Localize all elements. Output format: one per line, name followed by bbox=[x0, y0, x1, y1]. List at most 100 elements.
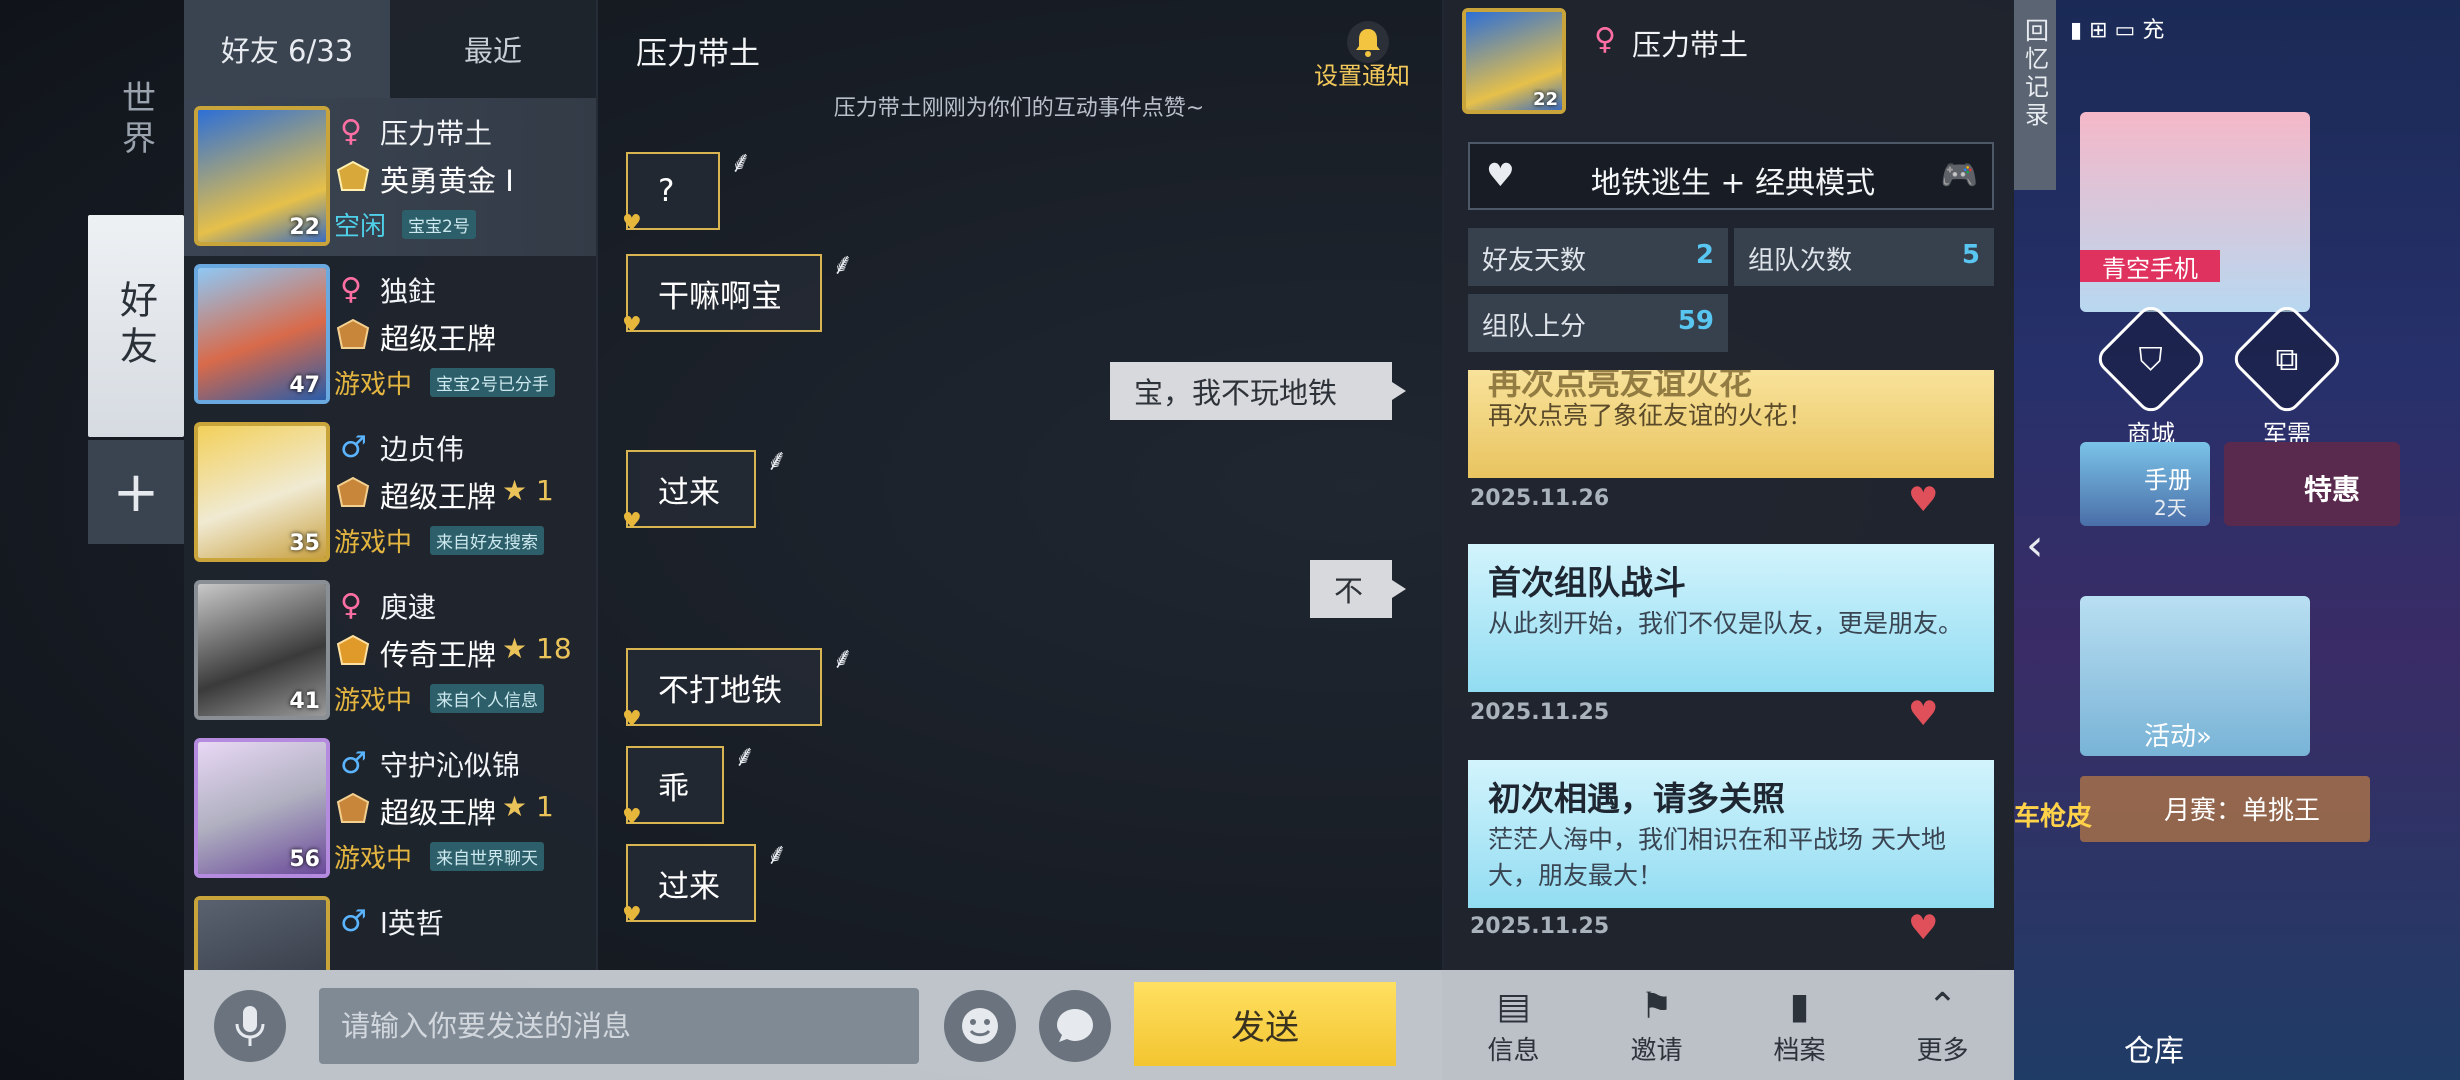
avatar: 56 bbox=[194, 738, 330, 878]
heart-icon: ♥ bbox=[622, 313, 642, 338]
wing-icon: ⸙ bbox=[733, 739, 757, 774]
chat-panel: 压力带土 设置通知 压力带土刚刚为你们的互动事件点赞~ ? ♥ ⸙ 干嘛啊宝 ♥ ⸙ 宝… bbox=[596, 0, 1444, 970]
monthly-match-label: 月赛：单挑王 bbox=[2164, 796, 2321, 826]
friend-status: 空闲 bbox=[334, 212, 387, 242]
friend-profile-panel: 22 ♀ 压力带土 ♥ 地铁逃生 + 经典模式 🎮 好友天数 2 组队次数 5 组队… bbox=[1442, 0, 2014, 1080]
chat-bubble-icon[interactable] bbox=[1039, 990, 1111, 1062]
broken-heart-icon[interactable]: ♥ bbox=[1908, 908, 1938, 948]
gender-male-icon: ♂ bbox=[340, 904, 367, 939]
rank-ace-icon bbox=[336, 318, 370, 349]
friend-row[interactable]: 47 ♀ 独鉒 超级王牌 游戏中 宝宝2号已分手 bbox=[184, 256, 596, 414]
microphone-icon[interactable] bbox=[214, 990, 286, 1062]
event-card[interactable]: 初次相遇，请多关照 茫茫人海中，我们相识在和平战场 天大地大，朋友最大！ bbox=[1468, 760, 1994, 908]
preferred-mode: ♥ 地铁逃生 + 经典模式 🎮 bbox=[1468, 142, 1994, 210]
friend-status: 游戏中 bbox=[334, 844, 413, 874]
avatar: 22 bbox=[194, 106, 330, 246]
memory-record-tab[interactable]: 回忆记录 bbox=[2014, 0, 2056, 190]
rank-gold-icon bbox=[336, 160, 370, 191]
friend-tag: 来自个人信息 bbox=[430, 684, 544, 713]
rank-legend-icon bbox=[336, 634, 370, 665]
send-button[interactable]: 发送 bbox=[1134, 982, 1396, 1066]
broken-heart-icon[interactable]: ♥ bbox=[1908, 480, 1938, 520]
avatar[interactable]: 22 bbox=[1462, 8, 1566, 114]
shop-button[interactable]: ⛉ 商城 bbox=[2093, 301, 2209, 449]
friend-row[interactable]: 35 ♂ 边贞伟 超级王牌 ★ 1 游戏中 来自好友搜索 bbox=[184, 414, 596, 572]
friend-rank: 传奇王牌 bbox=[380, 638, 497, 672]
avatar: 35 bbox=[194, 422, 330, 562]
friend-status: 游戏中 bbox=[334, 370, 413, 400]
message-bubble-incoming[interactable]: 过来 ♥ ⸙ bbox=[622, 837, 788, 928]
gun-skin-label: 车枪皮 bbox=[2014, 802, 2093, 832]
invite-button[interactable]: ⚑ 邀请 bbox=[1585, 970, 1728, 1080]
wing-icon: ⸙ bbox=[765, 443, 789, 478]
wing-icon: ⸙ bbox=[831, 641, 855, 676]
avatar: 47 bbox=[194, 264, 330, 404]
star-count: ★ 1 bbox=[502, 790, 554, 823]
more-button[interactable]: ⌃ 更多 bbox=[1871, 970, 2014, 1080]
star-count: ★ 18 bbox=[502, 632, 572, 665]
heart-icon: ♥ bbox=[622, 903, 642, 928]
event-card[interactable]: 首次组队战斗 从此刻开始，我们不仅是队友，更是朋友。 bbox=[1468, 544, 1994, 692]
friend-row[interactable]: 22 ♀ 压力带土 英勇黄金 I 空闲 宝宝2号 bbox=[184, 98, 596, 256]
message-bubble-outgoing[interactable]: 不 bbox=[1310, 560, 1406, 618]
rank-ace-icon bbox=[336, 476, 370, 507]
tab-world[interactable]: 世界 bbox=[88, 60, 184, 180]
supply-button[interactable]: ⧉ 军需 bbox=[2229, 301, 2345, 449]
gamepad-icon: 🎮 bbox=[1940, 158, 1978, 193]
event-card[interactable]: 再次点亮友谊火花 再次点亮了象征友谊的火花！ bbox=[1468, 370, 1994, 478]
avatar bbox=[194, 896, 330, 970]
friend-name: 守护沁似锦 bbox=[380, 749, 521, 782]
tab-friends-rail[interactable]: 好友 bbox=[88, 215, 184, 437]
avatar: 41 bbox=[194, 580, 330, 720]
wing-icon: ⸙ bbox=[831, 247, 855, 282]
message-input[interactable] bbox=[319, 988, 919, 1064]
special-offer-label: 特惠 bbox=[2304, 473, 2361, 506]
friend-tag: 宝宝2号已分手 bbox=[430, 368, 555, 397]
friend-rank: 超级王牌 bbox=[380, 322, 497, 356]
friend-row[interactable]: 41 ♀ 庾逮 传奇王牌 ★ 18 游戏中 来自个人信息 bbox=[184, 572, 596, 730]
message-bubble-incoming[interactable]: ? ♥ ⸙ bbox=[622, 145, 752, 236]
heart-icon: ♥ bbox=[622, 805, 642, 830]
friend-row[interactable]: ♂ l英哲 bbox=[184, 888, 596, 970]
info-button[interactable]: ▤ 信息 bbox=[1442, 970, 1585, 1080]
friend-name: 庾逮 bbox=[380, 591, 437, 624]
friend-status: 游戏中 bbox=[334, 528, 413, 558]
stat-team-count: 组队次数 5 bbox=[1734, 228, 1994, 286]
broken-heart-icon[interactable]: ♥ bbox=[1908, 694, 1938, 734]
warehouse-button[interactable]: 仓库 bbox=[2124, 1026, 2184, 1070]
id-card-icon: ▤ bbox=[1496, 986, 1531, 1027]
gift-box-icon: ⧉ bbox=[2275, 339, 2299, 378]
rank-ace-icon bbox=[336, 792, 370, 823]
tab-recent[interactable]: 最近 bbox=[390, 0, 596, 98]
add-friend-button[interactable]: + bbox=[88, 440, 184, 544]
gender-female-icon: ♀ bbox=[340, 114, 362, 149]
system-message: 压力带土刚刚为你们的互动事件点赞~ bbox=[833, 96, 1205, 121]
gender-male-icon: ♂ bbox=[340, 430, 367, 465]
friend-name: 压力带土 bbox=[380, 117, 493, 150]
message-bubble-incoming[interactable]: 乖 ♥ ⸙ bbox=[622, 739, 756, 830]
notify-settings-label[interactable]: 设置通知 bbox=[1314, 56, 1410, 91]
friend-tag: 来自好友搜索 bbox=[430, 526, 544, 555]
event-date: 2025.11.26 bbox=[1470, 486, 1610, 511]
wing-icon: ⸙ bbox=[765, 837, 789, 872]
profile-name: 压力带土 bbox=[1632, 28, 1749, 62]
friend-rank: 英勇黄金 I bbox=[380, 164, 514, 198]
friend-row[interactable]: 56 ♂ 守护沁似锦 超级王牌 ★ 1 游戏中 来自世界聊天 bbox=[184, 730, 596, 888]
collapse-arrow-icon[interactable]: ‹ bbox=[2026, 520, 2044, 571]
message-bubble-outgoing[interactable]: 宝，我不玩地铁 bbox=[1110, 362, 1406, 420]
stat-rank-up: 组队上分 59 bbox=[1468, 294, 1728, 352]
activity-label: 活动» bbox=[2144, 722, 2212, 752]
heart-icon: ♥ bbox=[622, 509, 642, 534]
event-date: 2025.11.25 bbox=[1470, 700, 1610, 725]
message-bubble-incoming[interactable]: 干嘛啊宝 ♥ ⸙ bbox=[622, 247, 854, 338]
tab-friends[interactable]: 好友 6/33 bbox=[184, 0, 390, 98]
message-bubble-incoming[interactable]: 不打地铁 ♥ ⸙ bbox=[622, 641, 854, 732]
shopping-bag-icon: ⛉ bbox=[2138, 339, 2164, 378]
manual-label: 手册 bbox=[2144, 466, 2192, 494]
message-bubble-incoming[interactable]: 过来 ♥ ⸙ bbox=[622, 443, 788, 534]
status-bar: ▮ ⊞ ▭ 充 bbox=[2070, 18, 2165, 43]
archive-button[interactable]: ▮ 档案 bbox=[1728, 970, 1871, 1080]
emoji-icon[interactable] bbox=[944, 990, 1016, 1062]
wing-icon: ⸙ bbox=[729, 145, 753, 180]
gender-female-icon: ♀ bbox=[340, 588, 362, 623]
